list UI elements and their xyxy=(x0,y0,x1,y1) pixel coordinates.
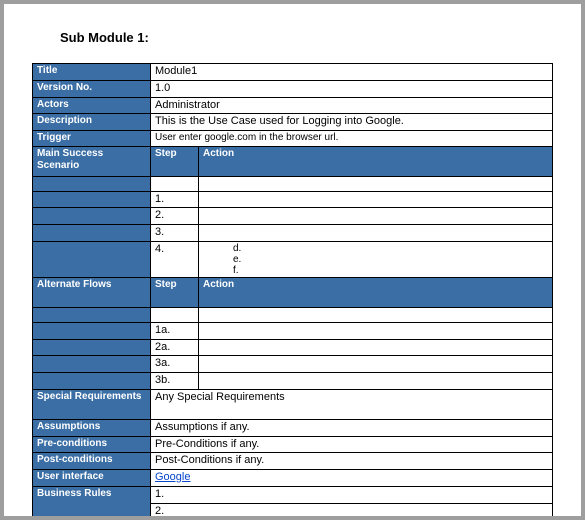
ui-link[interactable]: Google xyxy=(155,471,190,483)
row-pre: Pre-conditions Pre-Conditions if any. xyxy=(33,436,553,453)
document-page: Sub Module 1: Title Module1 Version No. … xyxy=(4,4,581,516)
alt-step-3a: 3a. xyxy=(151,356,199,373)
value-assumptions: Assumptions if any. xyxy=(151,419,553,436)
row-main-step2: 2. xyxy=(33,208,553,225)
value-description: This is the Use Case used for Logging in… xyxy=(151,114,553,131)
value-version: 1.0 xyxy=(151,80,553,97)
substep-f: f. xyxy=(203,265,548,276)
value-ui: Google xyxy=(151,470,553,487)
main-step-3: 3. xyxy=(151,225,199,242)
alt-step-3b: 3b. xyxy=(151,373,199,390)
value-post: Post-Conditions if any. xyxy=(151,453,553,470)
row-special-req: Special Requirements Any Special Require… xyxy=(33,389,553,419)
row-trigger: Trigger User enter google.com in the bro… xyxy=(33,131,553,147)
row-alt-3b: 3b. xyxy=(33,373,553,390)
label-actors: Actors xyxy=(33,97,151,114)
col-action: Action xyxy=(199,146,553,176)
value-pre: Pre-Conditions if any. xyxy=(151,436,553,453)
label-title: Title xyxy=(33,64,151,81)
main-step-4: 4. xyxy=(151,241,199,277)
row-title: Title Module1 xyxy=(33,64,553,81)
biz-rule-1: 1. xyxy=(151,486,553,503)
row-alt-3a: 3a. xyxy=(33,356,553,373)
row-description: Description This is the Use Case used fo… xyxy=(33,114,553,131)
row-main-step4: 4. d. e. f. xyxy=(33,241,553,277)
row-post: Post-conditions Post-Conditions if any. xyxy=(33,453,553,470)
value-trigger: User enter google.com in the browser url… xyxy=(151,131,553,147)
value-title: Module1 xyxy=(151,64,553,81)
col-step-alt: Step xyxy=(151,277,199,307)
row-version: Version No. 1.0 xyxy=(33,80,553,97)
label-post: Post-conditions xyxy=(33,453,151,470)
label-main-success: Main Success Scenario xyxy=(33,146,151,176)
substep-e: e. xyxy=(203,254,548,265)
label-biz: Business Rules xyxy=(33,486,151,516)
substep-d: d. xyxy=(203,243,548,254)
row-biz1: Business Rules 1. xyxy=(33,486,553,503)
row-alt-blank xyxy=(33,307,553,322)
col-step: Step xyxy=(151,146,199,176)
alt-step-1a: 1a. xyxy=(151,322,199,339)
label-pre: Pre-conditions xyxy=(33,436,151,453)
value-actors: Administrator xyxy=(151,97,553,114)
label-description: Description xyxy=(33,114,151,131)
label-trigger: Trigger xyxy=(33,131,151,147)
page-heading: Sub Module 1: xyxy=(60,30,553,45)
row-alt-header: Alternate Flows Step Action xyxy=(33,277,553,307)
row-main-step1: 1. xyxy=(33,191,553,208)
use-case-table: Title Module1 Version No. 1.0 Actors Adm… xyxy=(32,63,553,516)
alt-step-2a: 2a. xyxy=(151,339,199,356)
row-main-step3: 3. xyxy=(33,225,553,242)
row-alt-1a: 1a. xyxy=(33,322,553,339)
label-alt-flows: Alternate Flows xyxy=(33,277,151,307)
label-assumptions: Assumptions xyxy=(33,419,151,436)
row-alt-2a: 2a. xyxy=(33,339,553,356)
row-actors: Actors Administrator xyxy=(33,97,553,114)
row-assumptions: Assumptions Assumptions if any. xyxy=(33,419,553,436)
label-version: Version No. xyxy=(33,80,151,97)
label-ui: User interface xyxy=(33,470,151,487)
value-special-req: Any Special Requirements xyxy=(151,389,553,419)
main-step-1: 1. xyxy=(151,191,199,208)
row-main-blank xyxy=(33,176,553,191)
row-ui: User interface Google xyxy=(33,470,553,487)
col-action-alt: Action xyxy=(199,277,553,307)
biz-rule-2: 2. xyxy=(151,503,553,516)
row-main-success-header: Main Success Scenario Step Action xyxy=(33,146,553,176)
label-special-req: Special Requirements xyxy=(33,389,151,419)
main-step-2: 2. xyxy=(151,208,199,225)
